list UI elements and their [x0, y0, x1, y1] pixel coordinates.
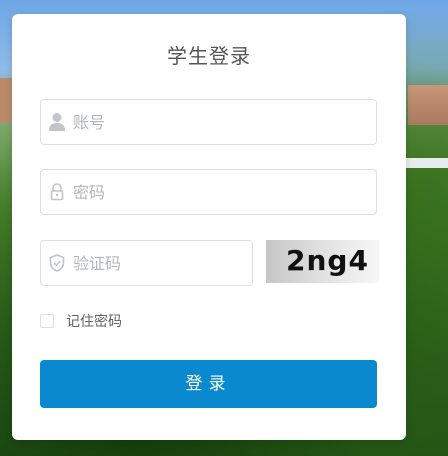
- captcha-input[interactable]: [73, 241, 244, 285]
- captcha-code: 2ng4: [286, 244, 369, 277]
- background-building: [408, 85, 448, 125]
- username-field[interactable]: [40, 99, 377, 145]
- login-panel: 学生登录 2ng4: [12, 14, 406, 440]
- username-input[interactable]: [73, 100, 368, 144]
- checkbox-box[interactable]: [40, 314, 54, 328]
- login-button[interactable]: 登录: [40, 360, 377, 408]
- captcha-field[interactable]: [40, 240, 253, 286]
- captcha-image[interactable]: 2ng4: [266, 240, 379, 283]
- remember-password-checkbox[interactable]: 记住密码: [40, 312, 122, 330]
- background-building: [406, 158, 448, 168]
- login-title: 学生登录: [167, 44, 251, 68]
- remember-password-label: 记住密码: [66, 314, 122, 330]
- password-input[interactable]: [73, 170, 368, 214]
- user-icon: [48, 112, 66, 132]
- password-field[interactable]: [40, 169, 377, 215]
- lock-icon: [48, 182, 66, 202]
- shield-icon: [48, 253, 66, 273]
